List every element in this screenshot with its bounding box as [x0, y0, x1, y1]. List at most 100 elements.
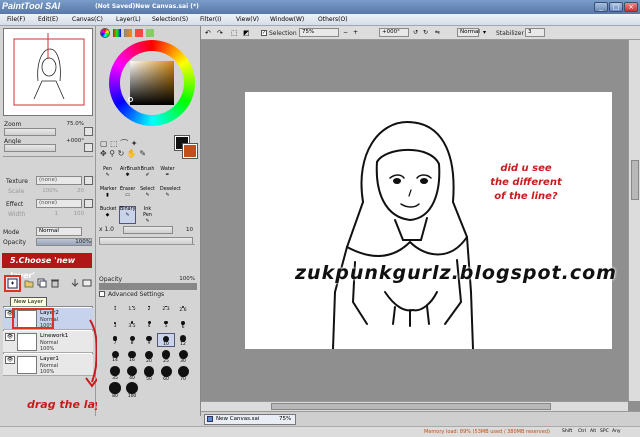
- brush-size-cell[interactable]: 30: [175, 350, 191, 364]
- visibility-eye-icon[interactable]: 👁: [5, 356, 15, 364]
- brush-size-cell[interactable]: 2.6: [175, 302, 191, 314]
- zoom-slider[interactable]: [4, 128, 56, 136]
- menu-filter[interactable]: Filter(I): [200, 16, 221, 23]
- effect-button[interactable]: [84, 199, 93, 208]
- zoom-in-icon[interactable]: +: [353, 29, 358, 36]
- tool-water[interactable]: Water ✒: [159, 166, 176, 184]
- zoom-icon[interactable]: ⚲: [109, 149, 115, 158]
- selection-checkbox[interactable]: ✓: [261, 30, 267, 36]
- brush-size-cell[interactable]: 40: [124, 366, 140, 381]
- minimize-button[interactable]: _: [594, 2, 608, 12]
- drawing-canvas[interactable]: did u see the different of the line?: [245, 92, 612, 350]
- hand-icon[interactable]: ✋: [127, 149, 137, 158]
- brush-size-cell[interactable]: 3: [107, 318, 123, 330]
- lasso-icon[interactable]: ⌒: [120, 139, 128, 148]
- effect-select[interactable]: (none): [36, 199, 82, 208]
- redo-icon[interactable]: ↷: [217, 29, 223, 37]
- angle-slider[interactable]: [4, 144, 56, 152]
- blend-mode-select[interactable]: Normal: [36, 227, 82, 236]
- texture-button[interactable]: [84, 176, 93, 185]
- brush-size-cell[interactable]: 16: [124, 350, 140, 363]
- rgb-slider-icon[interactable]: [113, 29, 121, 37]
- brush-size-cell[interactable]: 100: [124, 382, 140, 399]
- zoom-reset-button[interactable]: [84, 127, 93, 136]
- brush-size-cell[interactable]: 14: [107, 350, 123, 363]
- copy-layer-icon[interactable]: [37, 278, 47, 288]
- stabilizer-select[interactable]: 3: [525, 28, 545, 37]
- brush-size-cell[interactable]: 70: [175, 366, 191, 382]
- menu-canvas[interactable]: Canvas(C): [72, 16, 103, 23]
- zoom-out-icon[interactable]: −: [343, 29, 348, 36]
- brush-size-cell[interactable]: 2.3: [158, 302, 174, 314]
- brush-size-cell[interactable]: 6: [175, 318, 191, 330]
- undo-icon[interactable]: ↶: [205, 29, 211, 37]
- opacity-slider[interactable]: 100%: [36, 238, 92, 246]
- angle-select[interactable]: +000°: [379, 28, 409, 37]
- invert-selection-icon[interactable]: ◩: [243, 29, 250, 37]
- angle-reset-button[interactable]: [84, 143, 93, 152]
- zoom-select[interactable]: 75%: [299, 28, 339, 37]
- menu-layer[interactable]: Layer(L): [116, 16, 141, 23]
- size-multiplier[interactable]: x 1.0: [99, 226, 114, 233]
- brush-size-cell[interactable]: 7: [107, 334, 123, 346]
- tool-marker[interactable]: Marker ▮: [99, 186, 117, 204]
- tool-pen[interactable]: Pen ✎: [99, 166, 116, 184]
- menu-edit[interactable]: Edit(E): [38, 16, 58, 23]
- new-layer-button[interactable]: [4, 275, 21, 292]
- saturation-value-square[interactable]: [128, 61, 174, 105]
- maximize-button[interactable]: □: [609, 2, 623, 12]
- close-button[interactable]: ×: [624, 2, 638, 12]
- brush-size-cell[interactable]: 1: [107, 302, 123, 314]
- hsv-slider-icon[interactable]: [124, 29, 132, 37]
- menu-view[interactable]: View(V): [236, 16, 259, 23]
- rotate-right-icon[interactable]: ↻: [423, 29, 428, 36]
- blend-mode-toolbar[interactable]: Normal: [457, 28, 480, 37]
- canvas-tab[interactable]: New Canvas.sai 75%: [204, 414, 296, 425]
- navigator-preview[interactable]: [3, 28, 93, 116]
- brush-opacity-slider[interactable]: [99, 283, 197, 290]
- size-slider[interactable]: [123, 226, 173, 234]
- deselect-icon[interactable]: ⬚: [231, 29, 238, 37]
- tool-brush[interactable]: Brush ✐: [139, 166, 156, 184]
- tool-deselect[interactable]: Deselect ✎: [159, 186, 181, 204]
- brush-size-cell[interactable]: 60: [158, 366, 174, 382]
- tool-airbrush[interactable]: AirBrush ✱: [119, 166, 140, 184]
- horizontal-scrollbar[interactable]: [201, 401, 628, 411]
- tool-bucket[interactable]: Bucket ◆: [99, 206, 116, 224]
- brush-size-cell[interactable]: 8: [124, 334, 140, 346]
- rotate-left-icon[interactable]: ↺: [413, 29, 418, 36]
- new-set-icon[interactable]: [24, 278, 34, 288]
- vertical-scrollbar[interactable]: [628, 40, 640, 401]
- trash-icon[interactable]: [50, 278, 60, 288]
- swatch-icon[interactable]: [135, 29, 143, 37]
- visibility-eye-icon[interactable]: 👁: [5, 333, 15, 341]
- eyedropper-icon[interactable]: ✎: [139, 149, 146, 158]
- brush-size-cell[interactable]: 10: [157, 333, 175, 347]
- brush-size-cell[interactable]: 35: [107, 366, 123, 381]
- brush-size-cell[interactable]: 9: [141, 334, 157, 346]
- brush-size-cell[interactable]: 2: [141, 302, 157, 314]
- menu-file[interactable]: File(F): [7, 16, 25, 23]
- brush-size-cell[interactable]: 50: [141, 366, 157, 382]
- brush-size-cell[interactable]: 12: [175, 334, 191, 347]
- color-wheel-mode-icon[interactable]: [100, 28, 110, 38]
- tool-ink-pen[interactable]: Ink Pen ✎: [139, 206, 156, 224]
- flip-icon[interactable]: ⇋: [435, 29, 440, 36]
- texture-select[interactable]: (none): [36, 176, 82, 185]
- brush-size-cell[interactable]: 25: [158, 350, 174, 364]
- brush-size-cell[interactable]: 80: [107, 382, 123, 399]
- menu-selection[interactable]: Selection(S): [152, 16, 188, 23]
- background-color[interactable]: [182, 143, 198, 159]
- tool-eraser[interactable]: Eraser ▭: [119, 186, 136, 204]
- magic-wand-icon[interactable]: ✦: [131, 139, 138, 148]
- brush-size-cell[interactable]: 5: [158, 318, 174, 330]
- clear-layer-icon[interactable]: [82, 278, 92, 288]
- brush-size-cell[interactable]: 4: [141, 318, 157, 330]
- transparent-color-icon[interactable]: ▢: [100, 139, 108, 148]
- tool-select[interactable]: Select ✎: [139, 186, 156, 204]
- scratchpad-icon[interactable]: [146, 29, 154, 37]
- tool-binary[interactable]: Binary ✎: [119, 206, 136, 224]
- menu-window[interactable]: Window(W): [270, 16, 304, 23]
- advanced-settings-checkbox[interactable]: [99, 291, 105, 297]
- brush-size-cell[interactable]: 20: [141, 350, 157, 364]
